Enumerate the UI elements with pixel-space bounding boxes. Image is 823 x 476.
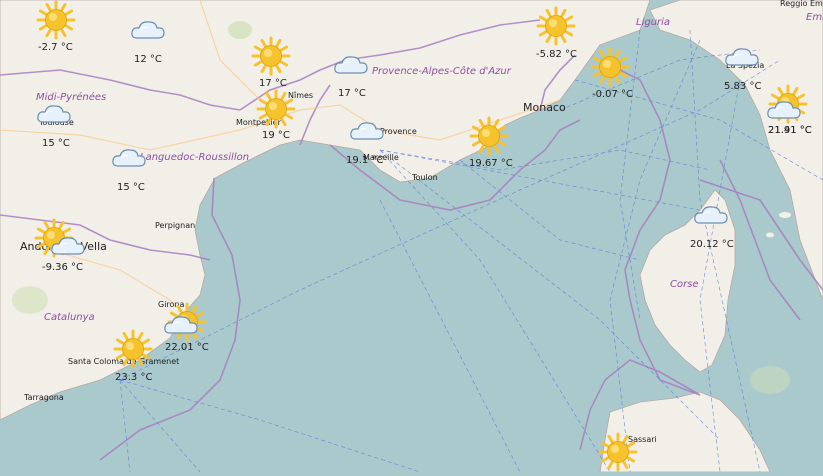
region-corse: Corse — [670, 279, 699, 290]
temp-label: 15 °C — [42, 138, 70, 149]
temp-label: 12 °C — [134, 54, 162, 65]
temp-label: -5.82 °C — [536, 49, 578, 60]
cloud-icon[interactable] — [692, 203, 730, 227]
sun-icon[interactable] — [536, 6, 576, 46]
cloud-icon[interactable] — [332, 53, 370, 77]
sun-icon[interactable] — [590, 47, 630, 87]
temp-label: 17 °C — [259, 78, 287, 89]
temp-label: 19 °C — [262, 130, 290, 141]
cloud-icon[interactable] — [162, 313, 200, 337]
temp-label: 17 °C — [338, 88, 366, 99]
cloud-icon[interactable] — [110, 146, 148, 170]
cloud-icon[interactable] — [723, 45, 761, 69]
temp-label: -0.07 °C — [592, 89, 634, 100]
sun-icon[interactable] — [113, 329, 153, 369]
city-perpignan: Perpignan — [155, 221, 196, 230]
city-reggio: Reggio Emilia — [780, 0, 823, 8]
sun-icon[interactable] — [469, 116, 509, 156]
sun-icon[interactable] — [256, 89, 296, 129]
region-liguria: Liguria — [636, 17, 671, 28]
temp-label: -2.7 °C — [38, 42, 73, 53]
temp-label: -9.36 °C — [42, 262, 84, 273]
sun-icon[interactable] — [251, 36, 291, 76]
region-emilia: Emi — [806, 12, 823, 23]
temp-label: 15 °C — [117, 182, 145, 193]
city-monaco: Monaco — [523, 101, 566, 114]
sun-icon[interactable] — [36, 0, 76, 40]
city-toulon: Toulon — [412, 173, 438, 182]
temp-label: 23.3 °C — [115, 372, 153, 383]
region-languedoc: Languedoc-Roussillon — [140, 152, 250, 163]
cloud-icon[interactable] — [765, 98, 803, 122]
region-paca: Provence-Alpes-Côte d'Azur — [372, 66, 511, 77]
temp-label: 21.41 °C — [768, 125, 812, 136]
temp-label: 22.01 °C — [165, 342, 209, 353]
cloud-icon[interactable] — [35, 102, 73, 126]
temp-label: 19.1 °C — [346, 155, 384, 166]
sun-icon[interactable] — [598, 432, 638, 472]
cloud-icon[interactable] — [49, 234, 87, 258]
temp-label: 19.67 °C — [469, 158, 513, 169]
region-catalunya: Catalunya — [44, 312, 95, 323]
cloud-icon[interactable] — [129, 18, 167, 42]
temp-label: 20.12 °C — [690, 239, 734, 250]
city-tarragona: Tarragona — [24, 393, 64, 402]
temp-label: 5.83 °C — [724, 81, 762, 92]
cloud-icon[interactable] — [348, 119, 386, 143]
